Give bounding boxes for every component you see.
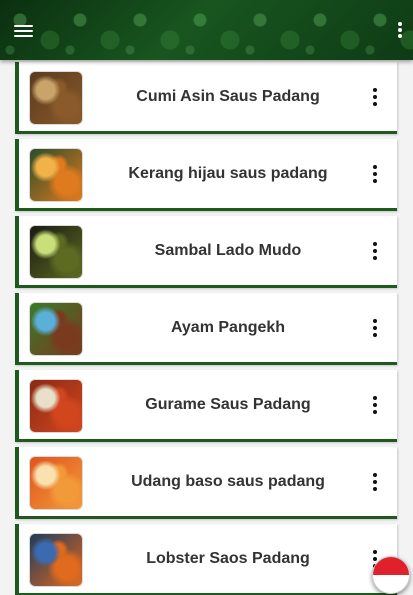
more-vertical-icon[interactable] — [369, 394, 381, 416]
recipe-card[interactable]: Kerang hijau saus padang — [15, 139, 397, 211]
recipe-title: Lobster Saos Padang — [146, 549, 310, 567]
recipe-card[interactable]: Gurame Saus Padang — [15, 370, 397, 442]
more-vertical-icon[interactable] — [369, 471, 381, 493]
indonesia-flag-icon[interactable] — [372, 556, 410, 594]
recipe-card[interactable]: Lobster Saos Padang — [15, 524, 397, 595]
recipe-thumbnail — [29, 71, 83, 125]
app-screen: Cumi Asin Saus Padang Kerang hijau saus p… — [0, 0, 413, 595]
hamburger-menu-icon[interactable] — [12, 19, 36, 41]
recipe-title: Gurame Saus Padang — [145, 395, 311, 413]
recipe-thumbnail — [29, 302, 83, 356]
recipe-card[interactable]: Cumi Asin Saus Padang — [15, 62, 397, 134]
recipe-thumbnail — [29, 533, 83, 587]
more-vertical-icon[interactable] — [369, 86, 381, 108]
recipe-thumbnail — [29, 225, 83, 279]
recipe-thumbnail — [29, 456, 83, 510]
recipe-thumbnail — [29, 148, 83, 202]
recipe-title: Ayam Pangekh — [170, 318, 286, 336]
recipe-card[interactable]: Ayam Pangekh — [15, 293, 397, 365]
more-vertical-icon[interactable] — [369, 240, 381, 262]
recipe-title: Sambal Lado Mudo — [154, 241, 302, 259]
more-vertical-icon[interactable] — [369, 317, 381, 339]
recipe-card[interactable]: Udang baso saus padang — [15, 447, 397, 519]
more-vertical-icon[interactable] — [369, 163, 381, 185]
app-bar — [0, 0, 413, 60]
recipe-thumbnail — [29, 379, 83, 433]
more-vertical-icon[interactable] — [393, 18, 407, 42]
recipe-list: Cumi Asin Saus Padang Kerang hijau saus p… — [15, 62, 397, 595]
recipe-card[interactable]: Sambal Lado Mudo — [15, 216, 397, 288]
recipe-title: Kerang hijau saus padang — [128, 164, 328, 182]
recipe-title: Cumi Asin Saus Padang — [136, 87, 320, 105]
recipe-title: Udang baso saus padang — [131, 472, 325, 490]
